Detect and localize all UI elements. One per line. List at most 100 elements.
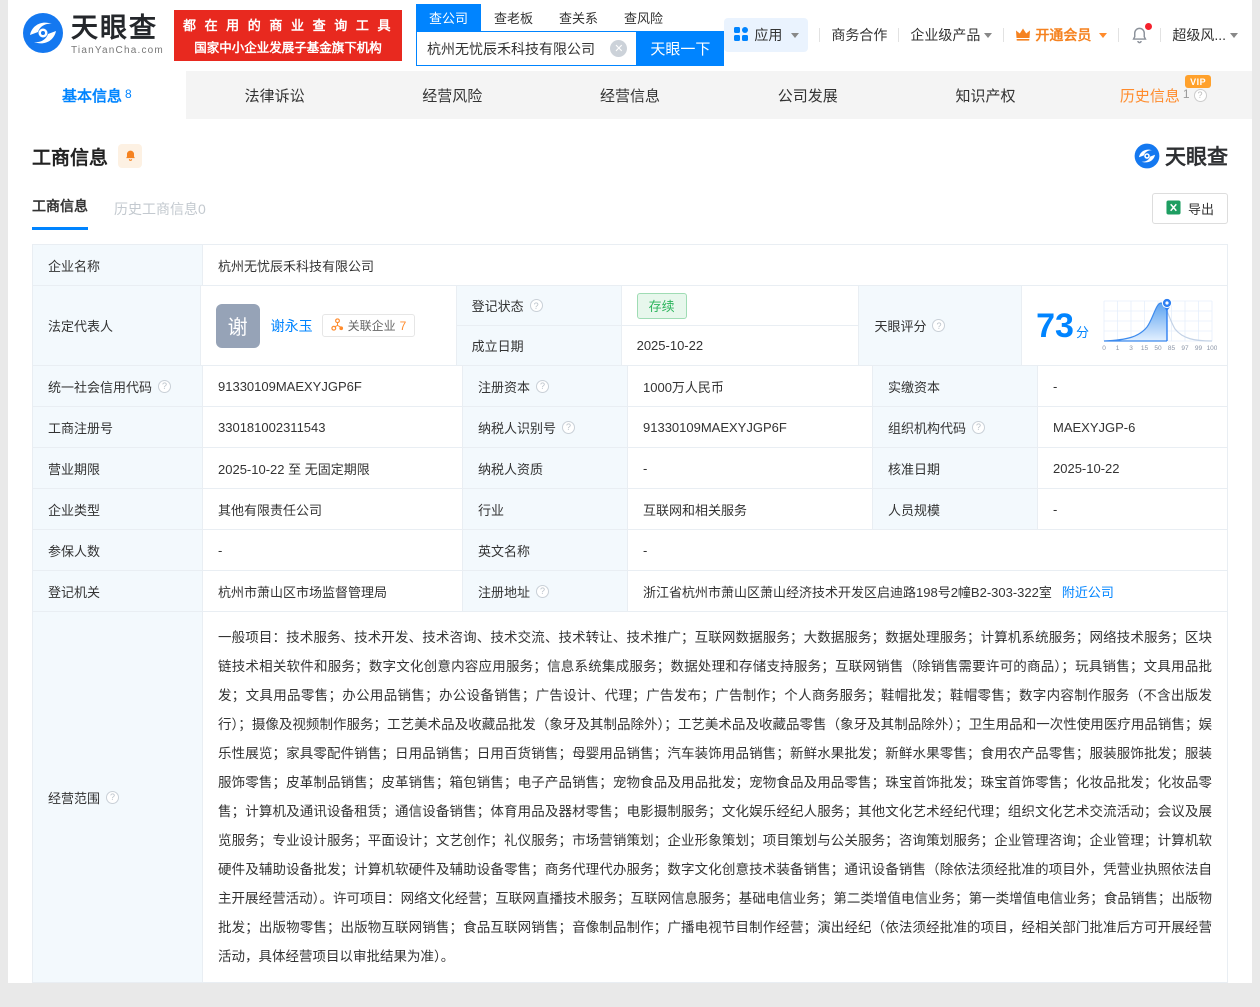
nav-enterprise-label: 企业级产品	[910, 25, 980, 45]
score-tick: 99	[1195, 345, 1203, 352]
tab-operation-label: 经营信息	[600, 85, 660, 106]
search-tab-relation[interactable]: 查关系	[546, 4, 611, 31]
registered-capital-label: 注册资本?	[463, 366, 628, 406]
nav-account[interactable]: 超级风...	[1172, 25, 1238, 45]
search-tab-company[interactable]: 查公司	[416, 4, 481, 31]
logo-text: 天眼查 TianYanCha.com	[71, 15, 164, 56]
help-icon[interactable]: ?	[106, 791, 119, 804]
business-info-table: 企业名称 杭州无忧辰禾科技有限公司 法定代表人 谢 谢永玉	[32, 244, 1228, 983]
establish-date-value: 2025-10-22	[622, 326, 860, 365]
subtab-business-info[interactable]: 工商信息	[32, 196, 88, 230]
nearby-companies-link[interactable]: 附近公司	[1062, 582, 1114, 601]
help-icon[interactable]: ?	[536, 380, 549, 393]
chevron-down-icon	[1230, 33, 1238, 38]
subscribe-bell-icon[interactable]	[118, 144, 142, 168]
credit-code-label: 统一社会信用代码?	[33, 366, 203, 406]
reg-number-value: 330181002311543	[203, 407, 463, 447]
legal-rep-cell: 谢 谢永玉 关联企业 7	[201, 286, 457, 365]
search-button[interactable]: 天眼一下	[636, 31, 724, 66]
export-label: 导出	[1188, 199, 1214, 218]
tab-history-info[interactable]: VIP 历史信息 1 ?	[1074, 71, 1252, 119]
tab-basic-count: 8	[125, 87, 132, 101]
paid-in-capital-label: 实缴资本	[873, 366, 1038, 406]
search-box: ✕ 天眼一下	[416, 31, 724, 66]
tab-operating-info[interactable]: 经营信息	[541, 71, 719, 119]
avatar[interactable]: 谢	[216, 304, 260, 348]
reg-status-label-text: 登记状态	[472, 296, 524, 315]
table-row: 企业名称 杭州无忧辰禾科技有限公司	[33, 245, 1227, 286]
search-tab-boss[interactable]: 查老板	[481, 4, 546, 31]
tab-basic-label: 基本信息	[62, 85, 122, 106]
subtab-history-business-info[interactable]: 历史工商信息0	[114, 199, 206, 230]
registered-address-label: 注册地址?	[463, 571, 628, 611]
score-tick: 97	[1181, 345, 1189, 352]
nav-cooperation[interactable]: 商务合作	[831, 25, 887, 45]
table-row: 经营范围? 一般项目：技术服务、技术开发、技术咨询、技术交流、技术转让、技术推广…	[33, 612, 1227, 982]
score-tick: 0	[1102, 345, 1106, 352]
legal-rep-label: 法定代表人	[33, 286, 201, 365]
help-icon[interactable]: ?	[932, 319, 945, 332]
status-badge: 存续	[637, 293, 687, 319]
slogan-line2: 国家中小企业发展子基金旗下机构	[183, 37, 393, 56]
notification-red-dot	[1145, 23, 1152, 30]
table-row: 统一社会信用代码? 91330109MAEXYJGP6F 注册资本? 1000万…	[33, 366, 1227, 407]
credit-code-value: 91330109MAEXYJGP6F	[203, 366, 463, 406]
nav-apps[interactable]: 应用	[724, 18, 808, 52]
insured-count-label: 参保人数	[33, 530, 203, 570]
related-companies-badge[interactable]: 关联企业 7	[322, 314, 416, 337]
search-tab-risk[interactable]: 查风险	[611, 4, 676, 31]
taxpayer-qualification-value: -	[628, 448, 873, 488]
nav-apps-label: 应用	[754, 25, 782, 45]
tianyancha-logo[interactable]: 天眼查 TianYanCha.com	[22, 12, 164, 59]
help-icon[interactable]: ?	[972, 421, 985, 434]
help-icon[interactable]: ?	[158, 380, 171, 393]
nav-divider	[1003, 28, 1004, 42]
score-cell: 73 分	[1022, 286, 1227, 365]
nav-divider	[1160, 28, 1161, 42]
business-scope-text: 一般项目：技术服务、技术开发、技术咨询、技术交流、技术转让、技术推广；互联网数据…	[203, 612, 1227, 982]
company-type-value: 其他有限责任公司	[203, 489, 463, 529]
english-name-label: 英文名称	[463, 530, 628, 570]
apps-grid-icon	[733, 26, 749, 45]
legal-rep-name-link[interactable]: 谢永玉	[271, 316, 313, 336]
table-row: 企业类型 其他有限责任公司 行业 互联网和相关服务 人员规模 -	[33, 489, 1227, 530]
tab-company-development[interactable]: 公司发展	[719, 71, 897, 119]
search-input[interactable]	[416, 31, 636, 66]
related-companies-count: 7	[400, 319, 407, 333]
registered-capital-value: 1000万人民币	[628, 366, 873, 406]
tab-intellectual-property[interactable]: 知识产权	[897, 71, 1075, 119]
score-tick: 3	[1129, 345, 1133, 352]
tab-basic-info[interactable]: 基本信息 8	[8, 71, 186, 119]
logo-subtitle: TianYanCha.com	[71, 45, 164, 56]
watermark-logo-text: 天眼查	[1165, 141, 1228, 171]
nav-open-vip[interactable]: 开通会员	[1015, 25, 1107, 45]
score-distribution-chart: 0 1 3 15 50 85 97 99 100	[1099, 295, 1217, 356]
table-row: 登记状态 ? 存续	[457, 286, 860, 326]
score-tick: 1	[1116, 345, 1120, 352]
business-scope-label: 经营范围?	[33, 612, 203, 982]
slogan-banner: 都 在 用 的 商 业 查 询 工 具 国家中小企业发展子基金旗下机构	[174, 10, 402, 61]
company-name-value: 杭州无忧辰禾科技有限公司	[203, 245, 1227, 285]
tab-operating-risk[interactable]: 经营风险	[363, 71, 541, 119]
header-nav: 应用 商务合作 企业级产品 开通会员	[724, 18, 1238, 52]
help-icon[interactable]: ?	[562, 421, 575, 434]
score-tick: 15	[1141, 345, 1149, 352]
insured-count-value: -	[203, 530, 463, 570]
table-row: 登记机关 杭州市萧山区市场监督管理局 注册地址? 浙江省杭州市萧山区萧山经济技术…	[33, 571, 1227, 612]
help-icon[interactable]: ?	[1194, 89, 1207, 102]
subtabs: 工商信息 历史工商信息0 导出	[32, 193, 1228, 230]
help-icon[interactable]: ?	[536, 585, 549, 598]
company-name-label: 企业名称	[33, 245, 203, 285]
nav-divider	[1118, 28, 1119, 42]
score-label-text: 天眼评分	[874, 316, 926, 335]
help-icon[interactable]: ?	[530, 299, 543, 312]
notification-bell-icon[interactable]	[1130, 26, 1149, 45]
registered-address-cell: 浙江省杭州市萧山区萧山经济技术开发区启迪路198号2幢B2-303-322室 附…	[628, 571, 1227, 611]
main-tabbar: 基本信息 8 法律诉讼 经营风险 经营信息 公司发展 知识产权 VIP 历史信息…	[8, 71, 1252, 119]
nav-enterprise[interactable]: 企业级产品	[910, 25, 992, 45]
export-button[interactable]: 导出	[1152, 193, 1228, 224]
industry-value: 互联网和相关服务	[628, 489, 873, 529]
table-row: 成立日期 2025-10-22	[457, 326, 860, 365]
tab-risk-label: 经营风险	[422, 85, 482, 106]
tab-legal-proceedings[interactable]: 法律诉讼	[186, 71, 364, 119]
